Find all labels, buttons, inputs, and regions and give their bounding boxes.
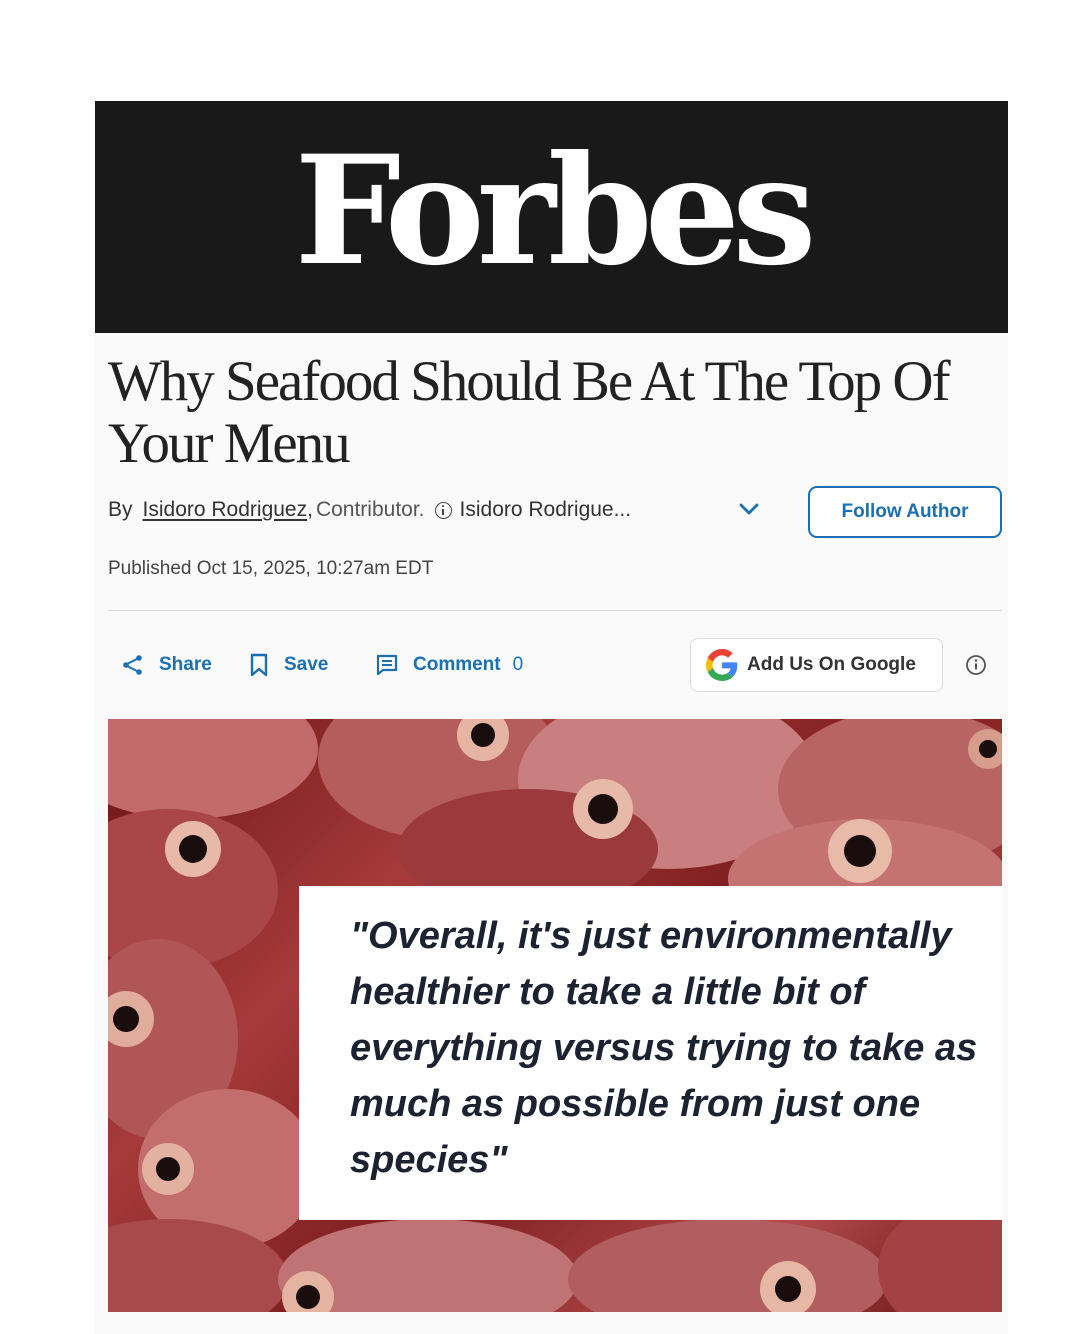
share-label: Share: [159, 654, 212, 675]
pull-quote-text: "Overall, it's just environmentally heal…: [350, 915, 978, 1181]
masthead: Forbes: [95, 101, 1008, 333]
info-icon[interactable]: [965, 654, 987, 676]
comment-label: Comment: [413, 654, 501, 675]
google-g-icon: [706, 649, 738, 681]
share-icon: [123, 655, 142, 675]
forbes-logo[interactable]: Forbes: [95, 121, 1008, 301]
byline-prefix: By: [108, 498, 133, 521]
article: Why Seafood Should Be At The Top Of Your…: [95, 333, 1008, 1334]
add-us-on-google-button[interactable]: Add Us On Google: [690, 638, 943, 692]
comment-button[interactable]: Comment 0: [375, 650, 523, 680]
published-date: Published Oct 15, 2025, 10:27am EDT: [108, 558, 434, 579]
author-name-truncated: Isidoro Rodrigue...: [459, 498, 632, 521]
chevron-down-icon[interactable]: [738, 501, 760, 517]
save-label: Save: [284, 654, 329, 675]
bookmark-icon: [250, 653, 268, 677]
byline-separator: ,: [307, 498, 313, 521]
article-headline: Why Seafood Should Be At The Top Of Your…: [108, 350, 951, 475]
info-icon[interactable]: [434, 501, 452, 519]
divider: [108, 610, 1002, 611]
comment-icon: [376, 654, 398, 676]
save-button[interactable]: Save: [248, 650, 328, 680]
pull-quote: "Overall, it's just environmentally heal…: [299, 886, 1002, 1220]
author-link[interactable]: Isidoro Rodriguez: [143, 498, 308, 522]
follow-author-button[interactable]: Follow Author: [808, 486, 1002, 538]
add-us-on-google-label: Add Us On Google: [747, 654, 916, 675]
author-role: Contributor.: [315, 498, 425, 521]
hero-image: "Overall, it's just environmentally heal…: [108, 719, 1002, 1312]
comment-count: 0: [512, 654, 524, 675]
byline: By Isidoro Rodriguez , Contributor. Isid…: [108, 495, 631, 525]
share-button[interactable]: Share: [121, 650, 212, 680]
